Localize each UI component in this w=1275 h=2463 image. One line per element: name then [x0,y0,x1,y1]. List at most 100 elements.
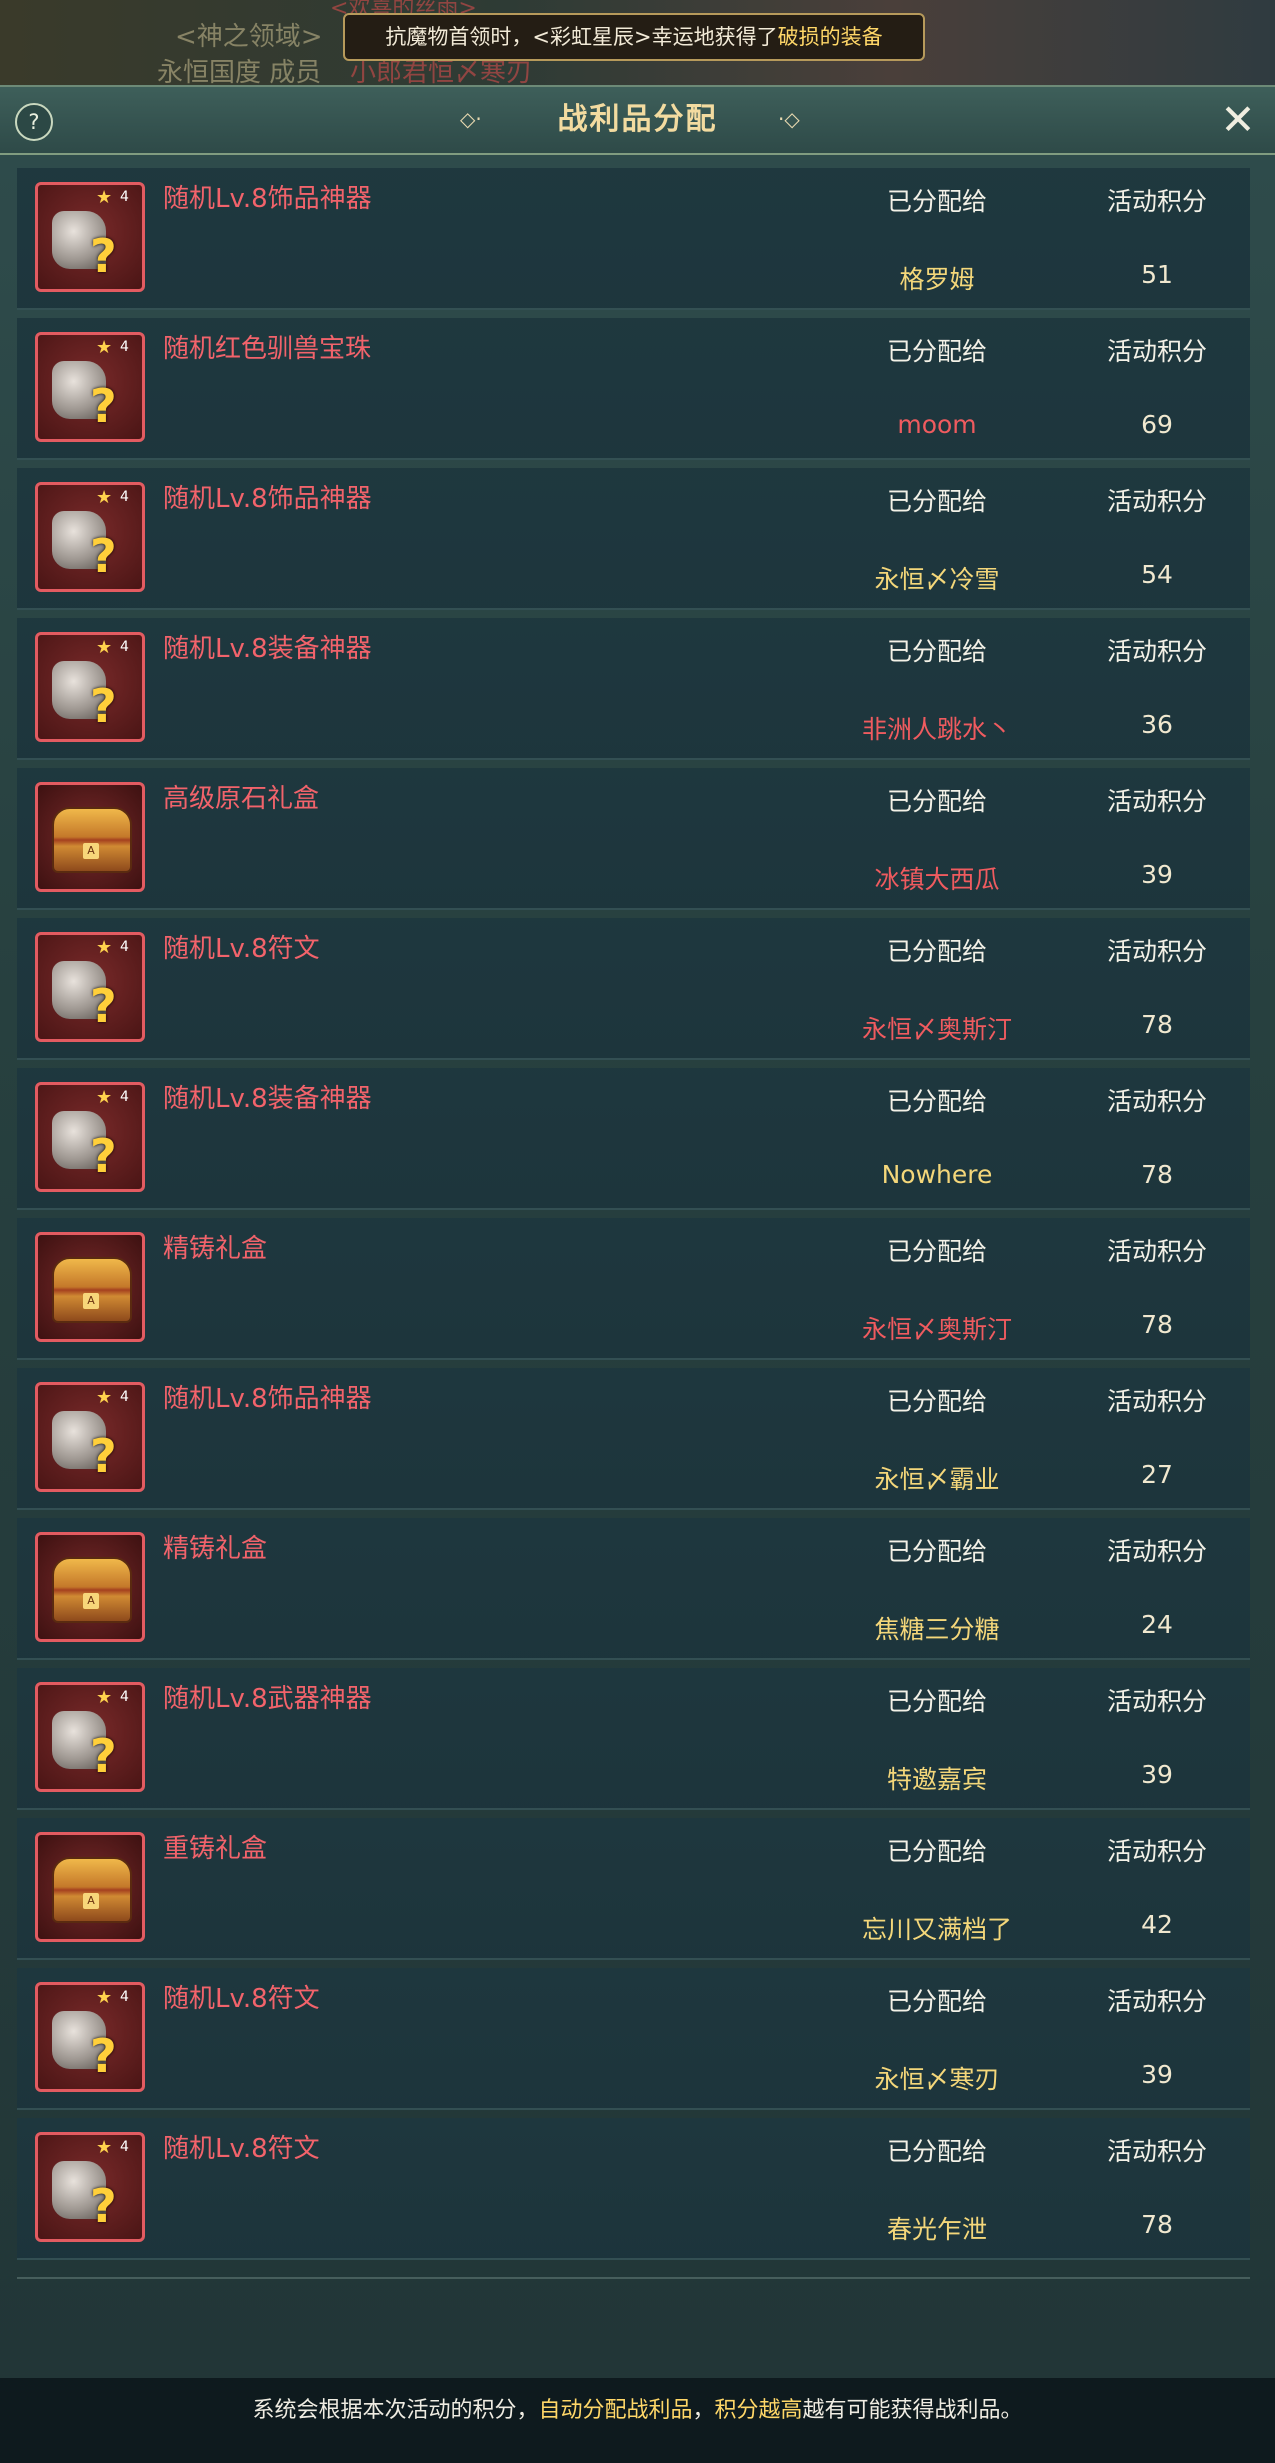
loot-row[interactable]: 重铸礼盒 已分配给 活动积分忘川又满档了 42 [17,1818,1250,1960]
item-star-level: 4 [120,2139,129,2155]
panel-header: ? ◇· 战利品分配 ·◇ ✕ [0,87,1275,155]
loot-list[interactable]: ★ 4? 随机Lv.8饰品神器 已分配给 活动积分 格罗姆 51 ★ 4? 随机红色驯兽宝珠 已分配… [17,168,1250,2268]
activity-points-value: 24 [1141,1610,1173,1639]
item-star-level: 4 [120,1689,129,1705]
treasure-chest-icon[interactable] [35,782,145,892]
assigned-to-label: 已分配给 [886,1687,987,1716]
item-star-level: 4 [120,1989,129,2005]
item-name: 随机Lv.8饰品神器 [163,484,372,514]
accessory-artifact-icon[interactable]: ★ 4? [35,182,145,292]
item-star-level: 4 [120,639,129,655]
loot-row[interactable]: ★ 4? 随机Lv.8装备神器 已分配给 活动积分 Nowhere 78 [17,1068,1250,1210]
footer-bar: 系统会根据本次活动的积分，自动分配战利品，积分越高越有可能获得战利品。 [0,2378,1275,2463]
assigned-to-label: 已分配给 [886,1387,987,1416]
rune-icon[interactable]: ★ 4? [35,932,145,1042]
loot-row[interactable]: 精铸礼盒 已分配给 活动积分焦糖三分糖 24 [17,1518,1250,1660]
assigned-to-label: 已分配给 [886,1237,987,1266]
equipment-artifact-icon[interactable]: ★ 4? [35,632,145,742]
title-ornament-right-icon: ·◇ [778,107,800,131]
weapon-artifact-icon[interactable]: ★ 4? [35,1682,145,1792]
question-mark-icon: ? [90,229,117,283]
chest-art [52,1557,132,1623]
assigned-player-name: 永恒〆奥斯汀 [861,1315,1012,1344]
assigned-player-name: 焦糖三分糖 [874,1615,1000,1644]
assigned-player-name: 特邀嘉宾 [886,1765,987,1794]
activity-points-label: 活动积分 [1106,337,1207,366]
activity-points-value: 39 [1141,860,1173,889]
loot-row[interactable]: ★ 4? 随机Lv.8符文 已分配给 活动积分 永恒〆奥斯汀 78 [17,918,1250,1060]
announcement-text: 抗魔物首领时，<彩虹星辰>幸运地获得了 [385,25,778,49]
loot-distribution-panel: ? ◇· 战利品分配 ·◇ ✕ ★ 4? 随机Lv.8饰品神器 已分配给 活动积分 格罗姆… [0,85,1275,2380]
loot-row[interactable]: ★ 4? 随机Lv.8饰品神器 已分配给 活动积分 永恒〆霸业 27 [17,1368,1250,1510]
assigned-to-label: 已分配给 [886,937,987,966]
activity-points-value: 36 [1141,710,1173,739]
item-name: 随机红色驯兽宝珠 [163,334,372,364]
activity-points-label: 活动积分 [1106,1537,1207,1566]
loot-row[interactable]: ★ 4? 随机Lv.8符文 已分配给 活动积分 春光乍泄 78 [17,2118,1250,2260]
item-name: 随机Lv.8符文 [163,2134,320,2164]
accessory-artifact-icon[interactable]: ★ 4? [35,482,145,592]
loot-row[interactable]: 精铸礼盒 已分配给 活动积分永恒〆奥斯汀 78 [17,1218,1250,1360]
loot-row[interactable]: ★ 4? 随机Lv.8武器神器 已分配给 活动积分 特邀嘉宾 39 [17,1668,1250,1810]
activity-points-value: 78 [1141,1010,1173,1039]
treasure-chest-icon[interactable] [35,1232,145,1342]
equipment-artifact-icon[interactable]: ★ 4? [35,1082,145,1192]
activity-points-value: 54 [1141,560,1173,589]
loot-row[interactable]: ★ 4? 随机Lv.8符文 已分配给 活动积分 永恒〆寒刃 39 [17,1968,1250,2110]
item-star-level: 4 [120,939,129,955]
star-icon: ★ [96,1387,113,1408]
activity-points-label: 活动积分 [1106,487,1207,516]
activity-points-label: 活动积分 [1106,2137,1207,2166]
question-mark-icon: ? [90,2029,117,2083]
activity-points-label: 活动积分 [1106,187,1207,216]
item-name: 随机Lv.8装备神器 [163,634,372,664]
star-icon: ★ [96,2137,113,2158]
activity-points-value: 78 [1141,1310,1173,1339]
item-name: 随机Lv.8饰品神器 [163,184,372,214]
star-icon: ★ [96,337,113,358]
rune-icon[interactable]: ★ 4? [35,1982,145,2092]
assigned-player-name: moom [897,410,977,439]
assigned-player-name: 永恒〆奥斯汀 [861,1015,1012,1044]
chest-art [52,1857,132,1923]
activity-points-value: 27 [1141,1460,1173,1489]
star-icon: ★ [96,1687,113,1708]
loot-row[interactable]: ★ 4? 随机Lv.8饰品神器 已分配给 活动积分格罗姆 51 [17,168,1250,310]
loot-row[interactable]: 高级原石礼盒 已分配给 活动积分冰镇大西瓜 39 [17,768,1250,910]
beast-orb-icon[interactable]: ★ 4? [35,332,145,442]
guild-member-text: 永恒国度 成员 [157,58,322,88]
announcement-item: 破损的装备 [777,25,883,49]
loot-row[interactable]: ★ 4? 随机红色驯兽宝珠 已分配给 活动积分 moom 69 [17,318,1250,460]
list-divider [17,2277,1250,2279]
assigned-to-label: 已分配给 [886,1987,987,2016]
item-star-level: 4 [120,489,129,505]
rune-icon[interactable]: ★ 4? [35,2132,145,2242]
activity-points-label: 活动积分 [1106,1237,1207,1266]
assigned-player-name: 忘川又满档了 [861,1915,1012,1944]
activity-points-value: 78 [1141,1160,1173,1189]
close-button[interactable]: ✕ [1215,97,1261,143]
item-name: 重铸礼盒 [163,1834,268,1864]
star-icon: ★ [96,637,113,658]
activity-points-label: 活动积分 [1106,1837,1207,1866]
activity-points-label: 活动积分 [1106,1387,1207,1416]
chest-art [52,1257,132,1323]
star-icon: ★ [96,487,113,508]
item-name: 随机Lv.8符文 [163,1984,320,2014]
question-mark-icon: ? [90,979,117,1033]
assigned-player-name: 格罗姆 [899,265,975,294]
panel-title: 战利品分配 [557,102,718,137]
treasure-chest-icon[interactable] [35,1532,145,1642]
assigned-to-label: 已分配给 [886,187,987,216]
accessory-artifact-icon[interactable]: ★ 4? [35,1382,145,1492]
assigned-player-name: 春光乍泄 [886,2215,987,2244]
treasure-chest-icon[interactable] [35,1832,145,1942]
guild-name-text: <神之领域> [175,22,323,52]
activity-points-label: 活动积分 [1106,937,1207,966]
item-name: 精铸礼盒 [163,1234,268,1264]
activity-points-value: 51 [1141,260,1173,289]
chest-art [52,807,132,873]
loot-row[interactable]: ★ 4? 随机Lv.8饰品神器 已分配给 活动积分 永恒〆冷雪 54 [17,468,1250,610]
activity-points-label: 活动积分 [1106,1087,1207,1116]
loot-row[interactable]: ★ 4? 随机Lv.8装备神器 已分配给 活动积分 非洲人跳水丶 36 [17,618,1250,760]
